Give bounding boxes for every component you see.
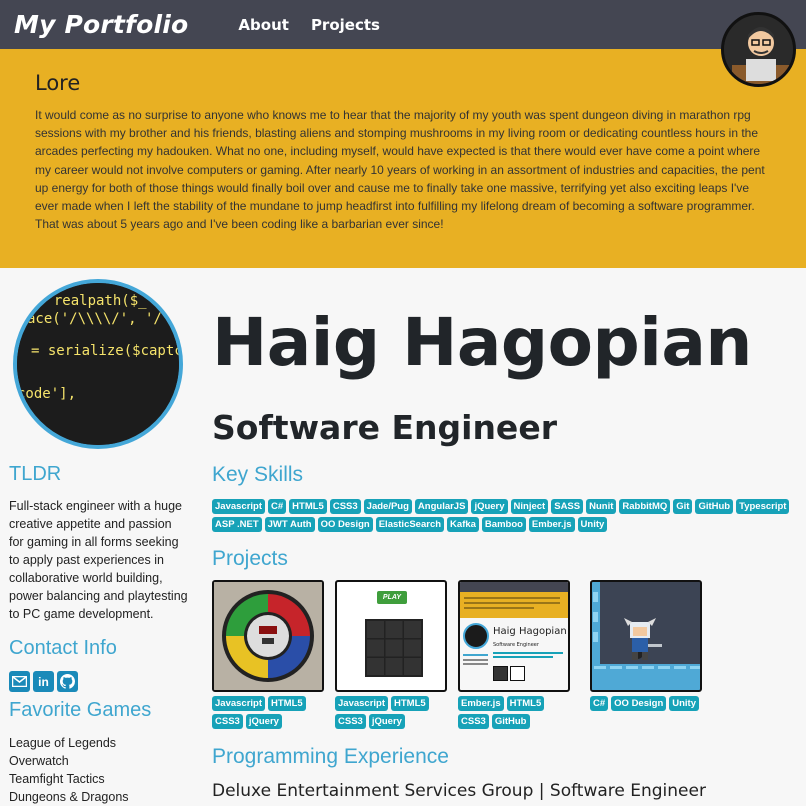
skill-badge: Jade/Pug <box>363 499 412 514</box>
job-entry: Deluxe Entertainment Services Group | So… <box>212 781 706 801</box>
mini-name: Haig Hagopian <box>493 626 567 637</box>
list-item: League of Legends <box>9 736 117 750</box>
tag-badge: jQuery <box>368 714 405 729</box>
svg-text:= serialize($captcha_c: = serialize($captcha_c <box>31 343 179 359</box>
project-tags: C# OO Design Unity <box>590 696 702 711</box>
tag-badge: Unity <box>669 696 699 711</box>
tag-badge: HTML5 <box>506 696 545 711</box>
skill-badge: Typescript <box>736 499 790 514</box>
skill-badge: RabbitMQ <box>619 499 671 514</box>
skill-badge: jQuery <box>471 499 508 514</box>
skill-badge: Nunit <box>586 499 617 514</box>
list-item: Teamfight Tactics <box>9 772 105 786</box>
skill-badge: Git <box>673 499 693 514</box>
contact-icons: in <box>9 671 78 692</box>
tag-badge: CSS3 <box>335 714 366 729</box>
list-item: Overwatch <box>9 754 69 768</box>
project-card: Haig Hagopian Software Engineer Ember.js… <box>458 580 570 729</box>
skill-badge: Bamboo <box>481 517 526 532</box>
tldr-heading: TLDR <box>9 463 62 485</box>
project-thumbnail-simon[interactable] <box>212 580 324 692</box>
project-tags: Javascript HTML5 CSS3 jQuery <box>335 696 447 729</box>
projects-heading: Projects <box>212 547 288 570</box>
tag-badge: Ember.js <box>458 696 504 711</box>
skill-badge: OO Design <box>317 517 373 532</box>
tag-badge: Javascript <box>335 696 389 711</box>
project-thumbnail-portfolio[interactable]: Haig Hagopian Software Engineer <box>458 580 570 692</box>
skill-badge: Unity <box>577 517 608 532</box>
contact-heading: Contact Info <box>9 637 117 659</box>
programming-experience-heading: Programming Experience <box>212 745 449 768</box>
skill-badge: Javascript <box>212 499 266 514</box>
job-title: Software Engineer <box>212 408 557 447</box>
key-skills-heading: Key Skills <box>212 463 304 486</box>
tldr-text: Full-stack engineer with a huge creative… <box>9 499 188 621</box>
skill-badge: GitHub <box>695 499 734 514</box>
tag-badge: HTML5 <box>391 696 429 711</box>
profile-picture: = realpath($_ ace('/\\\\/', '/', = seria… <box>13 279 183 449</box>
play-button[interactable]: PLAY <box>377 591 407 604</box>
nav-link-projects[interactable]: Projects <box>311 16 380 34</box>
lore-section: Lore It would come as no surprise to any… <box>0 49 806 268</box>
skill-badge: SASS <box>551 499 584 514</box>
skill-badge: Kafka <box>447 517 479 532</box>
favorite-games-heading: Favorite Games <box>9 699 152 721</box>
list-item: Dungeons & Dragons <box>9 790 129 804</box>
tag-badge: OO Design <box>611 696 667 711</box>
tag-badge: Javascript <box>212 696 266 711</box>
mini-role: Software Engineer <box>493 642 539 648</box>
project-tags: Ember.js HTML5 CSS3 GitHub <box>458 696 570 729</box>
tag-badge: C# <box>590 696 609 711</box>
skill-badge: CSS3 <box>329 499 361 514</box>
linkedin-icon[interactable]: in <box>33 671 54 692</box>
svg-text:ace('/\\\\/', '/',: ace('/\\\\/', '/', <box>27 311 179 327</box>
svg-text:= realpath($_: = realpath($_ <box>37 293 147 309</box>
project-tags: Javascript HTML5 CSS3 jQuery <box>212 696 324 729</box>
lore-title: Lore <box>35 71 81 95</box>
skill-badge: AngularJS <box>414 499 469 514</box>
github-icon[interactable] <box>57 671 78 692</box>
skill-badge: HTML5 <box>289 499 327 514</box>
svg-text:code'],: code'], <box>17 386 76 402</box>
navbar: My Portfolio About Projects <box>0 0 806 49</box>
tag-badge: GitHub <box>491 714 530 729</box>
avatar[interactable] <box>721 12 796 87</box>
skills-badges: Javascript C# HTML5 CSS3 Jade/Pug Angula… <box>212 499 792 532</box>
skill-badge: Ninject <box>510 499 549 514</box>
skill-badge: Ember.js <box>528 517 575 532</box>
project-thumbnail-platformer[interactable] <box>590 580 702 692</box>
brand-logo[interactable]: My Portfolio <box>14 10 188 39</box>
skill-badge: C# <box>268 499 287 514</box>
skill-badge: JWT Auth <box>264 517 315 532</box>
envelope-icon[interactable] <box>9 671 30 692</box>
lore-text: It would come as no surprise to anyone w… <box>35 108 765 232</box>
favorite-games-list: League of Legends Overwatch Teamfight Ta… <box>9 734 129 806</box>
project-card: C# OO Design Unity <box>590 580 702 711</box>
project-card: PLAY Javascript HTML5 CSS3 jQuery <box>335 580 447 729</box>
tag-badge: HTML5 <box>268 696 306 711</box>
tag-badge: CSS3 <box>458 714 489 729</box>
project-card: Javascript HTML5 CSS3 jQuery <box>212 580 324 729</box>
project-thumbnail-grid-game[interactable]: PLAY <box>335 580 447 692</box>
nav-link-about[interactable]: About <box>238 16 289 34</box>
skill-badge: ElasticSearch <box>375 517 445 532</box>
tag-badge: CSS3 <box>212 714 243 729</box>
page-title: Haig Hagopian <box>212 304 752 381</box>
tag-badge: jQuery <box>245 714 282 729</box>
skill-badge: ASP .NET <box>212 517 262 532</box>
